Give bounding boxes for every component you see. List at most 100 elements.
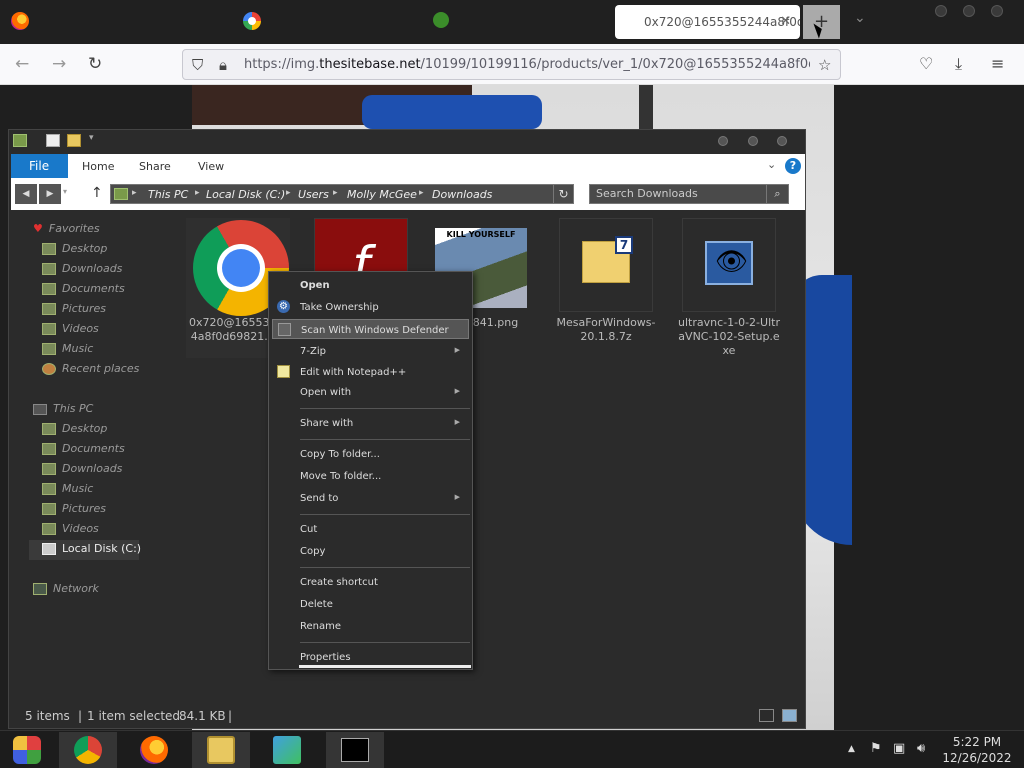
nav-this-pc[interactable]: This PC [33, 402, 93, 422]
large-icons-view-icon[interactable] [782, 709, 797, 722]
back-arrow-icon[interactable]: ← [15, 54, 29, 74]
tracking-shield-icon[interactable]: ⛉ [192, 56, 203, 74]
nav-fav-videos[interactable]: Videos [42, 322, 99, 342]
file-item-7z[interactable]: 7 MesaForWindows-20.1.8.7z [554, 218, 658, 344]
file-item-vnc[interactable]: ultravnc-1-0-2-UltraVNC-102-Setup.exe [677, 218, 781, 358]
menu-item-copy[interactable]: Copy [269, 541, 472, 561]
start-button[interactable] [0, 732, 58, 768]
nav-fav-downloads[interactable]: Downloads [42, 262, 122, 282]
recent-locations-chevron-icon[interactable]: ▾ [63, 187, 67, 196]
nav-label: Videos [62, 322, 99, 335]
taskbar-firefox[interactable] [125, 732, 183, 768]
refresh-icon[interactable]: ↻ [553, 185, 573, 203]
menu-item-take-ownership[interactable]: ⚙ Take Ownership [269, 297, 472, 317]
nav-pc-local-disk[interactable]: Local Disk (C:) [42, 542, 141, 562]
menu-item-scan-defender[interactable]: Scan With Windows Defender [272, 319, 469, 339]
downloads-icon[interactable]: ⤓ [955, 54, 962, 74]
ribbon-expand-chevron-icon[interactable]: ⌄ [767, 158, 776, 171]
breadcrumb-user[interactable]: Molly McGee [347, 188, 417, 201]
window-close-button[interactable] [991, 5, 1003, 17]
taskbar-explorer[interactable] [192, 732, 250, 768]
properties-icon[interactable] [46, 134, 60, 147]
nav-pc-documents[interactable]: Documents [42, 442, 125, 462]
tab-share[interactable]: Share [139, 160, 171, 173]
menu-item-properties[interactable]: Properties [269, 647, 472, 667]
menu-item-copy-to[interactable]: Copy To folder... [269, 444, 472, 464]
search-input[interactable] [596, 187, 764, 200]
explorer-forward-icon[interactable]: ▶ [39, 184, 61, 204]
pocket-icon[interactable]: ♡ [919, 54, 933, 73]
nav-label: Documents [62, 282, 125, 295]
breadcrumb-separator-icon: ▸ [419, 188, 424, 198]
nav-fav-music[interactable]: Music [42, 342, 93, 362]
menu-item-open-with[interactable]: Open with ▶ [269, 382, 472, 402]
window-minimize-button[interactable] [935, 5, 947, 17]
nav-fav-documents[interactable]: Documents [42, 282, 125, 302]
explorer-back-icon[interactable]: ◀ [15, 184, 37, 204]
nav-fav-pictures[interactable]: Pictures [42, 302, 106, 322]
menu-item-notepad[interactable]: Edit with Notepad++ [269, 362, 472, 382]
breadcrumb-local-disk[interactable]: Local Disk (C:) [206, 188, 285, 201]
nav-fav-desktop[interactable]: Desktop [42, 242, 107, 262]
nav-fav-recent[interactable]: Recent places [42, 362, 139, 382]
hamburger-menu-icon[interactable]: ≡ [991, 54, 1004, 73]
active-tab[interactable]: 0x720@1655355244a8f0d69821 ✕ [615, 5, 800, 39]
details-view-icon[interactable] [759, 709, 774, 722]
network-tray-icon[interactable]: ▣ [893, 741, 905, 756]
menu-item-send-to[interactable]: Send to ▶ [269, 488, 472, 508]
menu-item-share-with[interactable]: Share with ▶ [269, 413, 472, 433]
menu-item-create-shortcut[interactable]: Create shortcut [269, 572, 472, 592]
nav-favorites[interactable]: ♥ Favorites [33, 222, 100, 242]
quick-access-chevron-icon[interactable]: ▾ [89, 133, 94, 143]
firefox-tab-icon[interactable] [11, 12, 29, 30]
nav-pc-downloads[interactable]: Downloads [42, 462, 122, 482]
breadcrumb-users[interactable]: Users [298, 188, 329, 201]
explorer-maximize-button[interactable] [748, 136, 758, 146]
address-bar[interactable]: ▸ This PC ▸ Local Disk (C:) ▸ Users ▸ Mo… [110, 184, 574, 204]
search-icon[interactable]: ⌕ [766, 185, 788, 203]
tab-file[interactable]: File [11, 154, 68, 178]
forward-arrow-icon[interactable]: → [52, 54, 66, 74]
close-tab-icon[interactable]: ✕ [780, 14, 791, 29]
heart-icon: ♥ [33, 222, 43, 235]
tab-view[interactable]: View [198, 160, 224, 173]
menu-label: Properties [300, 652, 351, 663]
google-tab-icon[interactable] [243, 12, 261, 30]
taskbar-users[interactable] [258, 732, 316, 768]
taskbar-cmd[interactable] [326, 732, 384, 768]
tray-chevron-icon[interactable]: ▲ [848, 744, 855, 754]
volume-icon[interactable]: 🔊︎ [917, 741, 925, 756]
menu-item-move-to[interactable]: Move To folder... [269, 466, 472, 486]
nav-pc-videos[interactable]: Videos [42, 522, 99, 542]
search-box[interactable]: ⌕ [589, 184, 789, 204]
menu-item-cut[interactable]: Cut [269, 519, 472, 539]
menu-item-open[interactable]: Open [269, 275, 472, 295]
nav-network[interactable]: Network [33, 582, 99, 602]
taskbar-chrome[interactable] [59, 732, 117, 768]
url-bar[interactable]: ⛉ 🔒︎ https://img.thesitebase.net/10199/1… [182, 49, 841, 80]
window-maximize-button[interactable] [963, 5, 975, 17]
flag-icon[interactable]: ⚑ [870, 741, 882, 756]
breadcrumb-downloads[interactable]: Downloads [432, 188, 492, 201]
menu-item-rename[interactable]: Rename [269, 616, 472, 636]
url-text[interactable]: https://img.thesitebase.net/10199/101991… [244, 57, 810, 72]
bookmark-star-icon[interactable]: ☆ [818, 56, 831, 74]
explorer-minimize-button[interactable] [718, 136, 728, 146]
menu-item-delete[interactable]: Delete [269, 594, 472, 614]
active-tab-title: 0x720@1655355244a8f0d69821 [644, 15, 800, 29]
tab-list-chevron-icon[interactable]: ⌄ [854, 10, 866, 26]
nav-pc-music[interactable]: Music [42, 482, 93, 502]
tab-home[interactable]: Home [82, 160, 114, 173]
nav-pc-pictures[interactable]: Pictures [42, 502, 106, 522]
breadcrumb-this-pc[interactable]: This PC [148, 188, 188, 201]
new-folder-icon[interactable] [67, 134, 81, 147]
up-folder-arrow-icon[interactable]: ↑ [91, 185, 103, 201]
explorer-close-button[interactable] [777, 136, 787, 146]
xbox-tab-icon[interactable] [433, 12, 449, 28]
system-clock[interactable]: 5:22 PM 12/26/2022 [937, 734, 1017, 766]
menu-item-7zip[interactable]: 7-Zip ▶ [269, 341, 472, 361]
lock-icon[interactable]: 🔒︎ [219, 56, 227, 74]
help-icon[interactable]: ? [785, 158, 801, 174]
reload-icon[interactable]: ↻ [88, 54, 102, 74]
nav-pc-desktop[interactable]: Desktop [42, 422, 107, 442]
